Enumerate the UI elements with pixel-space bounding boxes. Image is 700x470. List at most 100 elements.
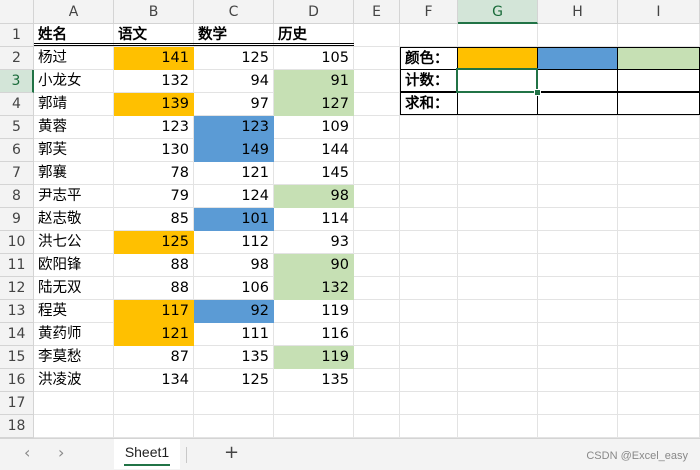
name-cell[interactable]: 洪凌波 bbox=[34, 369, 114, 392]
column-header-g[interactable]: G bbox=[458, 0, 538, 24]
history-score-cell[interactable]: 98 bbox=[274, 185, 354, 208]
chinese-score-cell[interactable]: 85 bbox=[114, 208, 194, 231]
count-result-cell[interactable] bbox=[537, 69, 618, 92]
name-cell[interactable]: 陆无双 bbox=[34, 277, 114, 300]
count-result-cell[interactable] bbox=[617, 69, 700, 92]
column-header-b[interactable]: B bbox=[114, 0, 194, 24]
name-cell[interactable]: 程英 bbox=[34, 300, 114, 323]
row-header-5[interactable]: 5 bbox=[0, 116, 34, 139]
math-score-cell[interactable]: 101 bbox=[194, 208, 274, 231]
math-score-cell[interactable]: 124 bbox=[194, 185, 274, 208]
math-score-cell[interactable]: 98 bbox=[194, 254, 274, 277]
row-header-12[interactable]: 12 bbox=[0, 277, 34, 300]
math-score-cell[interactable]: 92 bbox=[194, 300, 274, 323]
select-all-corner[interactable] bbox=[0, 0, 34, 24]
name-cell[interactable]: 郭芙 bbox=[34, 139, 114, 162]
chinese-score-cell[interactable]: 121 bbox=[114, 323, 194, 346]
prev-sheet-icon[interactable]: ‹ bbox=[24, 443, 30, 462]
math-score-cell[interactable]: 123 bbox=[194, 116, 274, 139]
row-header-7[interactable]: 7 bbox=[0, 162, 34, 185]
history-score-cell[interactable]: 127 bbox=[274, 93, 354, 116]
history-score-cell[interactable]: 93 bbox=[274, 231, 354, 254]
chinese-score-cell[interactable]: 130 bbox=[114, 139, 194, 162]
name-cell[interactable]: 李莫愁 bbox=[34, 346, 114, 369]
chinese-score-cell[interactable]: 125 bbox=[114, 231, 194, 254]
chinese-score-cell[interactable]: 78 bbox=[114, 162, 194, 185]
name-cell[interactable]: 黄蓉 bbox=[34, 116, 114, 139]
history-score-cell[interactable]: 144 bbox=[274, 139, 354, 162]
row-header-13[interactable]: 13 bbox=[0, 300, 34, 323]
name-cell[interactable]: 黄药师 bbox=[34, 323, 114, 346]
column-header-c[interactable]: C bbox=[194, 0, 274, 24]
row-header-2[interactable]: 2 bbox=[0, 47, 34, 70]
sheet-tab-sheet1[interactable]: Sheet1 bbox=[114, 439, 180, 469]
history-score-cell[interactable]: 119 bbox=[274, 346, 354, 369]
math-score-cell[interactable]: 111 bbox=[194, 323, 274, 346]
summary-label-color[interactable]: 颜色： bbox=[400, 47, 458, 70]
fill-handle[interactable] bbox=[534, 89, 541, 96]
row-header-1[interactable]: 1 bbox=[0, 24, 34, 47]
sum-result-cell[interactable] bbox=[537, 92, 618, 115]
history-score-cell[interactable]: 135 bbox=[274, 369, 354, 392]
row-header-14[interactable]: 14 bbox=[0, 323, 34, 346]
name-cell[interactable]: 洪七公 bbox=[34, 231, 114, 254]
name-cell[interactable]: 尹志平 bbox=[34, 185, 114, 208]
history-score-cell[interactable]: 109 bbox=[274, 116, 354, 139]
name-cell[interactable]: 郭襄 bbox=[34, 162, 114, 185]
sum-result-cell[interactable] bbox=[457, 92, 538, 115]
row-header-18[interactable]: 18 bbox=[0, 415, 34, 438]
summary-label-sum[interactable]: 求和： bbox=[400, 92, 458, 115]
color-swatch-cell[interactable] bbox=[617, 47, 700, 70]
next-sheet-icon[interactable]: › bbox=[58, 443, 64, 462]
chinese-score-cell[interactable]: 134 bbox=[114, 369, 194, 392]
active-cell-g3[interactable] bbox=[456, 68, 538, 93]
add-sheet-button[interactable]: + bbox=[224, 442, 239, 463]
history-score-cell[interactable]: 119 bbox=[274, 300, 354, 323]
history-score-cell[interactable]: 114 bbox=[274, 208, 354, 231]
name-cell[interactable]: 欧阳锋 bbox=[34, 254, 114, 277]
chinese-score-cell[interactable]: 117 bbox=[114, 300, 194, 323]
row-header-15[interactable]: 15 bbox=[0, 346, 34, 369]
row-header-8[interactable]: 8 bbox=[0, 185, 34, 208]
column-header-d[interactable]: D bbox=[274, 0, 354, 24]
column-header-a[interactable]: A bbox=[34, 0, 114, 24]
chinese-score-cell[interactable]: 79 bbox=[114, 185, 194, 208]
history-score-cell[interactable]: 105 bbox=[274, 47, 354, 70]
math-score-cell[interactable]: 94 bbox=[194, 70, 274, 93]
chinese-score-cell[interactable]: 88 bbox=[114, 277, 194, 300]
math-score-cell[interactable]: 97 bbox=[194, 93, 274, 116]
name-cell[interactable]: 杨过 bbox=[34, 47, 114, 70]
row-header-11[interactable]: 11 bbox=[0, 254, 34, 277]
math-score-cell[interactable]: 112 bbox=[194, 231, 274, 254]
math-score-cell[interactable]: 125 bbox=[194, 369, 274, 392]
math-score-cell[interactable]: 106 bbox=[194, 277, 274, 300]
chinese-score-cell[interactable]: 87 bbox=[114, 346, 194, 369]
row-header-3[interactable]: 3 bbox=[0, 70, 34, 93]
chinese-score-cell[interactable]: 123 bbox=[114, 116, 194, 139]
color-swatch-cell[interactable] bbox=[537, 47, 618, 70]
math-score-cell[interactable]: 121 bbox=[194, 162, 274, 185]
column-header-e[interactable]: E bbox=[354, 0, 400, 24]
history-score-cell[interactable]: 91 bbox=[274, 70, 354, 93]
column-header-h[interactable]: H bbox=[538, 0, 618, 24]
chinese-score-cell[interactable]: 141 bbox=[114, 47, 194, 70]
row-header-4[interactable]: 4 bbox=[0, 93, 34, 116]
summary-label-count[interactable]: 计数： bbox=[400, 69, 458, 92]
name-cell[interactable]: 小龙女 bbox=[34, 70, 114, 93]
column-header-f[interactable]: F bbox=[400, 0, 458, 24]
row-header-17[interactable]: 17 bbox=[0, 392, 34, 415]
math-score-cell[interactable]: 135 bbox=[194, 346, 274, 369]
history-score-cell[interactable]: 90 bbox=[274, 254, 354, 277]
sum-result-cell[interactable] bbox=[617, 92, 700, 115]
spreadsheet-grid[interactable]: A B C D E F G H I 1 2 3 4 5 6 7 8 9 10 11 12 13 14 15 16 17 18 姓名 语文… bbox=[0, 0, 700, 438]
history-score-cell[interactable]: 132 bbox=[274, 277, 354, 300]
history-score-cell[interactable]: 116 bbox=[274, 323, 354, 346]
color-swatch-cell[interactable] bbox=[457, 47, 538, 70]
math-score-cell[interactable]: 149 bbox=[194, 139, 274, 162]
column-header-i[interactable]: I bbox=[618, 0, 700, 24]
row-header-9[interactable]: 9 bbox=[0, 208, 34, 231]
row-header-6[interactable]: 6 bbox=[0, 139, 34, 162]
row-header-16[interactable]: 16 bbox=[0, 369, 34, 392]
row-header-10[interactable]: 10 bbox=[0, 231, 34, 254]
name-cell[interactable]: 郭靖 bbox=[34, 93, 114, 116]
